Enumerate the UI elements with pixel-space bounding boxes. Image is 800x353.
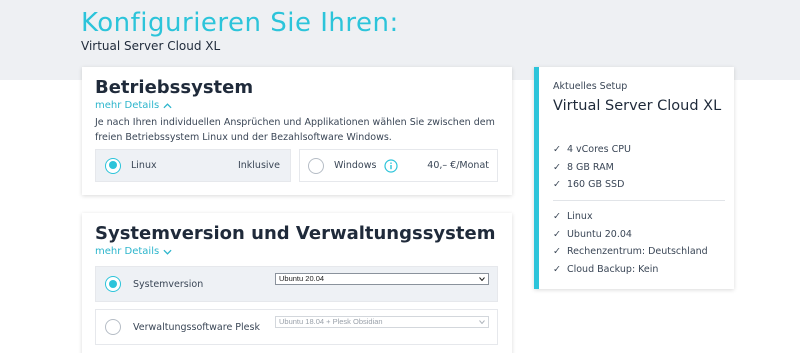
config-item: ✓ Linux xyxy=(553,208,708,226)
os-option-linux[interactable]: Linux Inklusive xyxy=(95,149,291,182)
check-icon: ✓ xyxy=(553,144,561,156)
chevron-up-icon xyxy=(163,102,172,108)
info-icon[interactable] xyxy=(384,158,399,173)
os-option-label: Windows xyxy=(334,160,377,171)
os-card: Betriebssystem mehr Details Je nach Ihre… xyxy=(82,67,512,195)
systemversion-radio[interactable] xyxy=(105,276,121,292)
more-details-label: mehr Details xyxy=(95,100,160,111)
chevron-down-icon xyxy=(163,249,172,255)
os-card-title: Betriebssystem xyxy=(95,77,254,98)
spec-text: 4 vCores CPU xyxy=(566,144,631,156)
product-name: Virtual Server Cloud XL xyxy=(81,39,221,53)
system-card-title: Systemversion und Verwaltungssystem xyxy=(95,223,496,244)
spec-item: ✓ 4 vCores CPU xyxy=(553,141,631,159)
config-item: ✓ Rechenzentrum: Deutschland xyxy=(553,243,708,261)
divider xyxy=(553,200,725,201)
spec-item: ✓ 8 GB RAM xyxy=(553,159,631,177)
plesk-select[interactable]: Ubuntu 18.04 + Plesk Obsidian xyxy=(275,316,489,328)
config-text: Cloud Backup: Kein xyxy=(566,263,659,275)
os-description: Je nach Ihren individuellen Ansprüchen u… xyxy=(95,117,495,143)
row-label: Verwaltungssoftware Plesk xyxy=(133,321,260,333)
spec-item: ✓ 160 GB SSD xyxy=(553,176,631,194)
config-list: ✓ Linux ✓ Ubuntu 20.04 ✓ Rechenzentrum: Deu… xyxy=(553,208,708,278)
system-card: Systemversion und Verwaltungssystem mehr… xyxy=(82,213,512,353)
config-item: ✓ Ubuntu 20.04 xyxy=(553,226,708,244)
systemversion-select[interactable]: Ubuntu 20.04 xyxy=(275,273,489,285)
system-more-details-link[interactable]: mehr Details xyxy=(95,246,172,257)
windows-radio[interactable] xyxy=(308,157,324,174)
more-details-label: mehr Details xyxy=(95,246,160,257)
dropdown-arrow-icon xyxy=(479,320,485,324)
os-option-label: Linux xyxy=(131,160,157,171)
os-option-price: 40,– €/Monat xyxy=(427,160,489,171)
setup-title: Virtual Server Cloud XL xyxy=(553,98,722,114)
select-value: Ubuntu 18.04 + Plesk Obsidian xyxy=(279,317,383,326)
check-icon: ✓ xyxy=(553,211,561,223)
row-label: Systemversion xyxy=(133,278,204,290)
check-icon: ✓ xyxy=(553,161,561,173)
setup-summary: Aktuelles Setup Virtual Server Cloud XL … xyxy=(534,67,734,289)
config-text: Rechenzentrum: Deutschland xyxy=(566,246,708,258)
os-option-price: Inklusive xyxy=(237,160,280,171)
linux-radio[interactable] xyxy=(105,157,121,174)
check-icon: ✓ xyxy=(553,179,561,191)
dropdown-arrow-icon xyxy=(479,277,485,281)
spec-text: 8 GB RAM xyxy=(566,161,614,173)
plesk-radio[interactable] xyxy=(105,319,121,335)
os-option-windows[interactable]: Windows 40,– €/Monat xyxy=(299,149,498,182)
check-icon: ✓ xyxy=(553,228,561,240)
check-icon: ✓ xyxy=(553,246,561,258)
config-item: ✓ Cloud Backup: Kein xyxy=(553,261,708,279)
select-value: Ubuntu 20.04 xyxy=(279,274,325,283)
setup-label: Aktuelles Setup xyxy=(553,81,628,92)
check-icon: ✓ xyxy=(553,263,561,275)
os-more-details-link[interactable]: mehr Details xyxy=(95,100,172,111)
config-text: Ubuntu 20.04 xyxy=(566,228,632,240)
spec-list: ✓ 4 vCores CPU ✓ 8 GB RAM ✓ 160 GB SSD xyxy=(553,141,631,194)
page-title: Konfigurieren Sie Ihren: xyxy=(81,8,399,38)
config-text: Linux xyxy=(566,211,593,223)
spec-text: 160 GB SSD xyxy=(566,179,625,191)
